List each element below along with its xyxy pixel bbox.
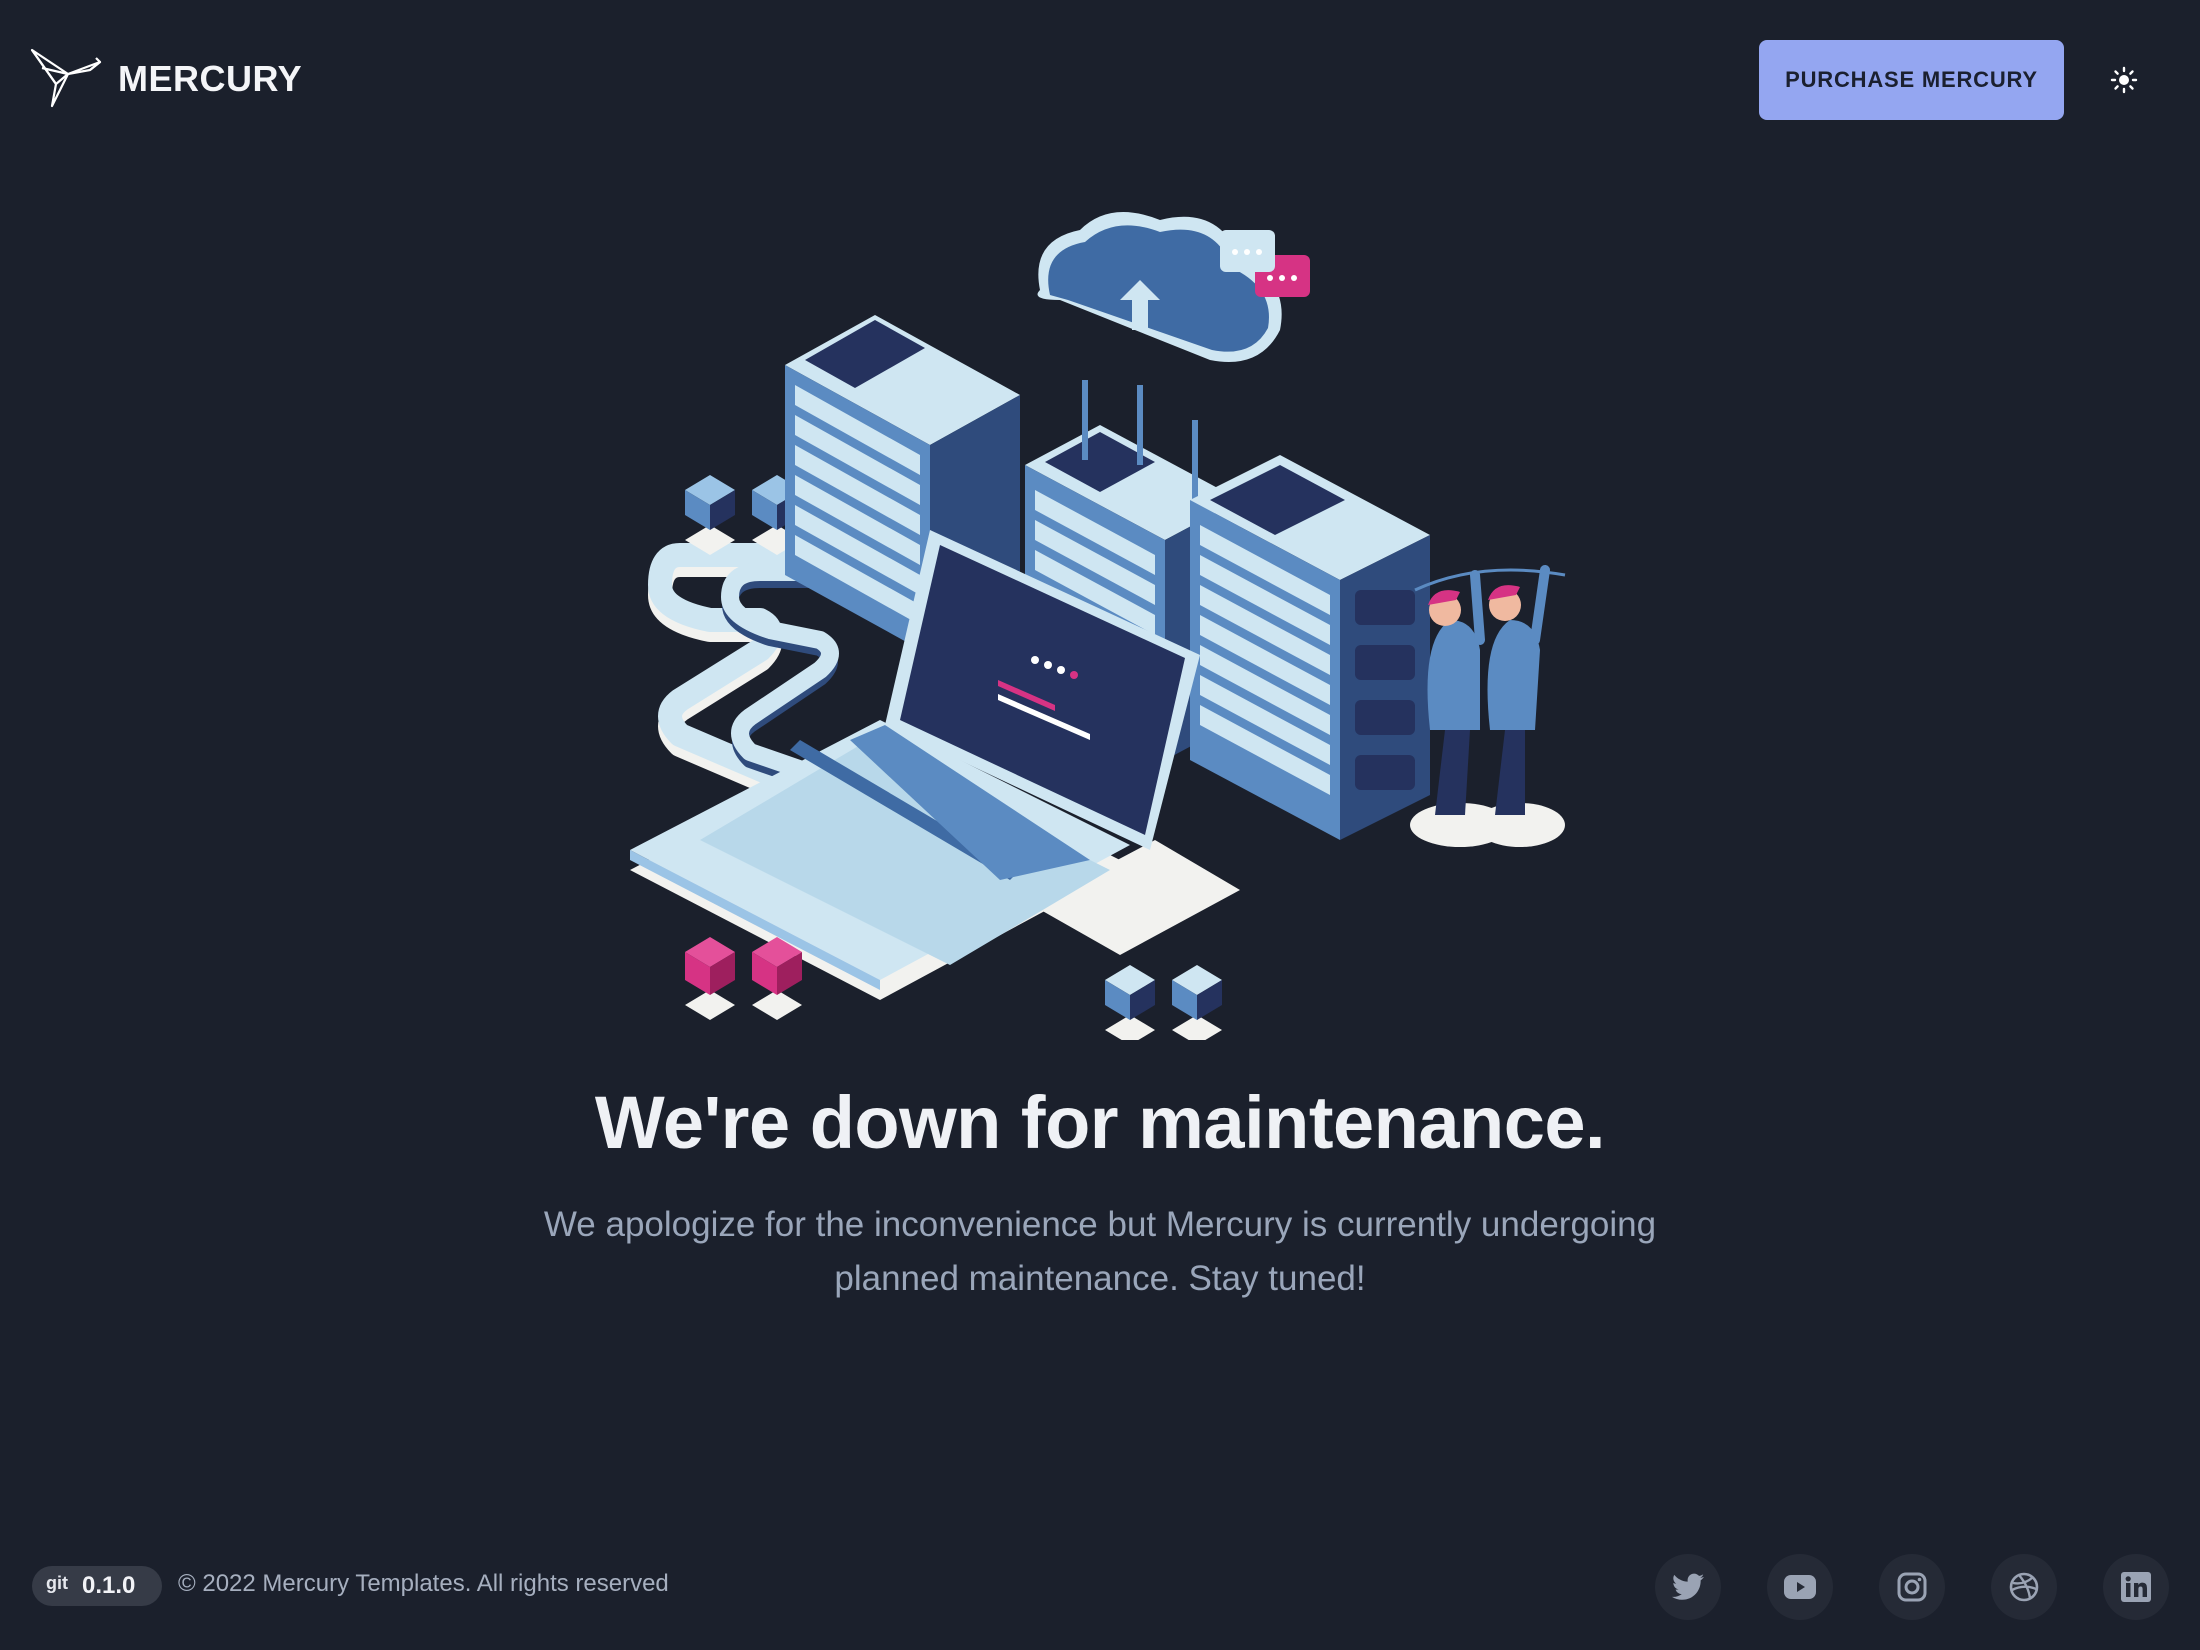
technicians: [1410, 565, 1566, 847]
version-badge: git 0.1.0: [32, 1566, 162, 1606]
dribbble-link[interactable]: [1991, 1554, 2057, 1620]
version-number: 0.1.0: [82, 1572, 136, 1599]
brand-name: MERCURY: [118, 58, 303, 99]
purchase-button[interactable]: PURCHASE MERCURY: [1759, 40, 2064, 120]
maintenance-page: MERCURY PURCHASE MERCURY We're down for …: [0, 0, 2200, 1650]
instagram-link[interactable]: [1879, 1554, 1945, 1620]
copyright-text: © 2022 Mercury Templates. All rights res…: [178, 1570, 669, 1597]
linkedin-link[interactable]: [2103, 1554, 2169, 1620]
twitter-icon: [1672, 1573, 1704, 1600]
sun-icon: [2110, 66, 2138, 94]
page-title: We're down for maintenance.: [594, 1081, 1606, 1164]
bird-logo-icon: [30, 48, 102, 108]
site-header: MERCURY PURCHASE MERCURY: [0, 0, 2200, 160]
theme-toggle-button[interactable]: [2104, 60, 2144, 100]
cubes-bottom: [1105, 965, 1222, 1040]
instagram-icon: [1897, 1572, 1927, 1602]
server-maintenance-illustration: [630, 212, 1566, 1040]
youtube-link[interactable]: [1767, 1554, 1833, 1620]
twitter-link[interactable]: [1655, 1554, 1721, 1620]
brand[interactable]: MERCURY: [30, 48, 302, 110]
git-label: git: [46, 1572, 68, 1593]
youtube-icon: [1784, 1575, 1816, 1599]
cubes-pink: [685, 937, 802, 1020]
linkedin-icon: [2121, 1572, 2151, 1602]
page-subtitle: We apologize for the inconvenience but M…: [543, 1205, 1657, 1298]
dribbble-icon: [2009, 1572, 2039, 1602]
